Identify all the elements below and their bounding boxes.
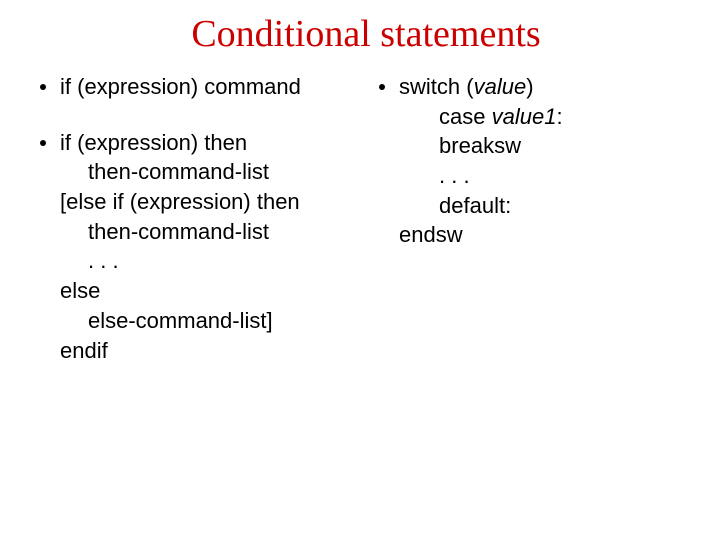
bullet-icon <box>40 84 46 90</box>
bullet-text: switch (value) case value1: breaksw . . … <box>399 72 692 250</box>
bullet-item: switch (value) case value1: breaksw . . … <box>379 72 692 250</box>
code-line: case value1: <box>399 102 692 132</box>
code-line: endsw <box>399 220 692 250</box>
bullet-icon <box>379 84 385 90</box>
content-columns: if (expression) command if (expression) … <box>40 72 692 391</box>
code-line: breaksw <box>399 131 692 161</box>
bullet-item: if (expression) then then-command-list [… <box>40 128 379 366</box>
text-italic: value1 <box>492 104 557 129</box>
slide: Conditional statements if (expression) c… <box>0 0 720 540</box>
text: case <box>439 104 492 129</box>
text: : <box>556 104 562 129</box>
code-line: switch (value) <box>399 72 692 102</box>
text-italic: value <box>474 74 527 99</box>
bullet-text: if (expression) then then-command-list [… <box>60 128 379 366</box>
code-line: then-command-list <box>60 157 379 187</box>
code-line: endif <box>60 336 379 366</box>
left-column: if (expression) command if (expression) … <box>40 72 379 391</box>
code-line: if (expression) then <box>60 128 379 158</box>
code-line: default: <box>399 191 692 221</box>
bullet-item: if (expression) command <box>40 72 379 102</box>
text: switch ( <box>399 74 474 99</box>
code-line: else <box>60 276 379 306</box>
code-line: [else if (expression) then <box>60 187 379 217</box>
code-line: else-command-list] <box>60 306 379 336</box>
right-column: switch (value) case value1: breaksw . . … <box>379 72 692 391</box>
code-line: then-command-list <box>60 217 379 247</box>
code-line: . . . <box>60 246 379 276</box>
slide-title: Conditional statements <box>40 12 692 56</box>
bullet-icon <box>40 140 46 146</box>
bullet-text: if (expression) command <box>60 72 379 102</box>
code-line: . . . <box>399 161 692 191</box>
text: ) <box>526 74 533 99</box>
